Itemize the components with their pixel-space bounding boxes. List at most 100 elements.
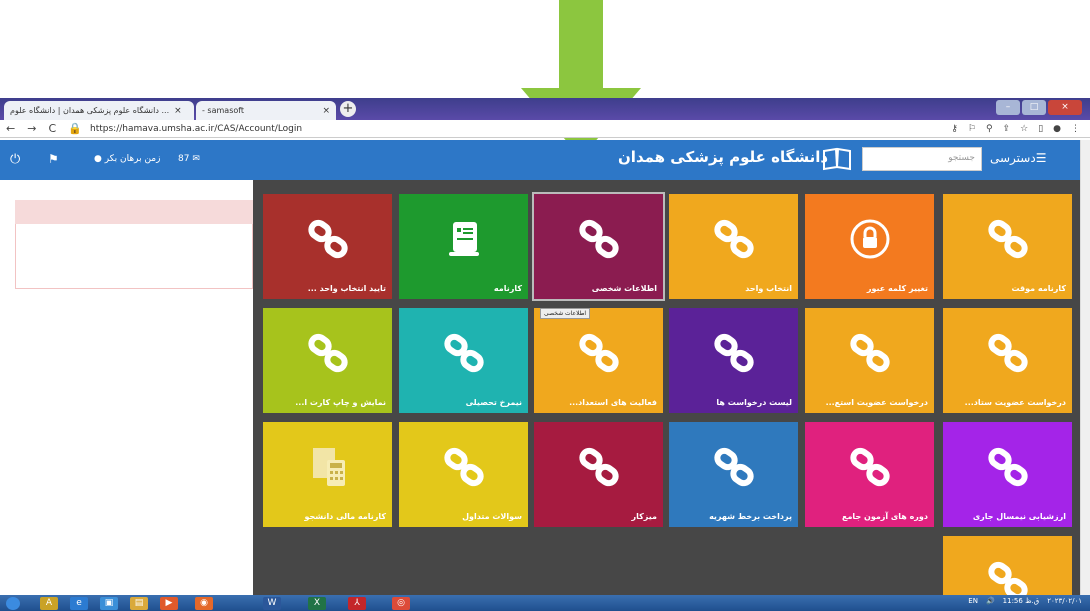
- tile-7[interactable]: درخواست عضویت ستاد...: [943, 308, 1072, 413]
- browser-tab-2[interactable]: - samasoft ×: [196, 101, 336, 120]
- address-bar: ← → C 🔒 https://hamava.umsha.ac.ir/CAS/A…: [0, 120, 1090, 138]
- chrome-icon[interactable]: ◎: [392, 597, 410, 610]
- sidebar-icon[interactable]: ▯: [1038, 120, 1043, 138]
- menu-icon[interactable]: ⋮: [1071, 120, 1080, 138]
- close-icon[interactable]: ×: [174, 106, 182, 116]
- site-header: ⏻ ⚑ ● زمن برهان بکر 87 ✉ دانشگاه علوم پز…: [0, 140, 1080, 180]
- tile-10[interactable]: فعالیت های استعداد...: [534, 308, 663, 413]
- mail-counter[interactable]: 87 ✉: [178, 154, 200, 164]
- pdf-icon[interactable]: ⅄: [348, 597, 366, 610]
- power-icon[interactable]: ⏻: [10, 152, 20, 167]
- ie-icon[interactable]: e: [70, 597, 88, 610]
- language-indicator[interactable]: EN: [968, 597, 978, 605]
- tooltip: اطلاعات شخصی: [540, 308, 591, 319]
- close-icon[interactable]: ×: [322, 106, 330, 116]
- tile-label: فعالیت های استعداد...: [569, 398, 657, 407]
- link-icon: [713, 332, 755, 374]
- tile-2[interactable]: تغییر کلمه عبور: [805, 194, 934, 299]
- close-window-button[interactable]: ×: [1048, 100, 1082, 115]
- mail-count: 87: [178, 154, 190, 164]
- new-tab-button[interactable]: +: [340, 101, 356, 117]
- system-tray: EN 🔊 11:56 ق.ظ ۲۰۲۳/۰۲/۰۱: [968, 597, 1082, 605]
- tile-13[interactable]: ارزشیابی نیمسال جاری: [943, 422, 1072, 527]
- tile-16[interactable]: میزکار: [534, 422, 663, 527]
- browser-tab-1[interactable]: دانشگاه علوم پزشکی همدان | دانشگاه علوم …: [4, 101, 194, 120]
- clock-time: 11:56 ق.ظ: [1002, 597, 1040, 605]
- tile-label: کارنامه مالی دانشجو: [304, 512, 386, 521]
- user-menu[interactable]: ● زمن برهان بکر: [94, 154, 160, 164]
- tile-label: اطلاعات شخصی: [591, 284, 657, 293]
- tile-label: درخواست عضویت استع...: [825, 398, 928, 407]
- zoom-icon[interactable]: ⚲: [986, 120, 993, 138]
- link-icon: [713, 218, 755, 260]
- book-logo-icon: [823, 147, 851, 171]
- tile-label: دوره های آزمون جامع: [842, 512, 928, 521]
- link-icon: [578, 446, 620, 488]
- link-icon: [987, 218, 1029, 260]
- certificate-icon: [443, 218, 485, 260]
- tile-18[interactable]: کارنامه مالی دانشجو: [263, 422, 392, 527]
- search-input[interactable]: جستجو: [862, 147, 982, 171]
- start-button[interactable]: [6, 597, 20, 610]
- link-icon: [578, 332, 620, 374]
- maximize-button[interactable]: □: [1022, 100, 1046, 115]
- lock-icon: [849, 218, 891, 260]
- tile-label: لیست درخواست ها: [716, 398, 792, 407]
- volume-icon[interactable]: 🔊: [986, 597, 995, 605]
- tile-label: ارزشیابی نیمسال جاری: [972, 512, 1066, 521]
- word-icon[interactable]: W: [263, 597, 281, 610]
- scrollbar[interactable]: [1080, 140, 1090, 595]
- user-name: زمن برهان بکر: [104, 154, 161, 164]
- link-icon: [987, 332, 1029, 374]
- tile-5[interactable]: کارنامه: [399, 194, 528, 299]
- tile-15[interactable]: پرداخت برخط شهریه: [669, 422, 798, 527]
- folder-icon[interactable]: ▤: [130, 597, 148, 610]
- tile-14[interactable]: دوره های آزمون جامع: [805, 422, 934, 527]
- access-menu[interactable]: ☰دسترسی: [990, 151, 1046, 165]
- tile-4[interactable]: اطلاعات شخصی: [532, 192, 665, 301]
- tile-9[interactable]: لیست درخواست ها: [669, 308, 798, 413]
- tile-label: نیمرخ تحصیلی: [465, 398, 522, 407]
- share-icon[interactable]: ⇪: [1003, 120, 1011, 138]
- tile-label: کارنامه موقت: [1011, 284, 1066, 293]
- tile-12[interactable]: نمایش و چاپ کارت ا...: [263, 308, 392, 413]
- window-icon[interactable]: ▣: [100, 597, 118, 610]
- tab-label: - samasoft: [202, 106, 245, 115]
- tile-label: نمایش و چاپ کارت ا...: [295, 398, 386, 407]
- tile-8[interactable]: درخواست عضویت استع...: [805, 308, 934, 413]
- site-title: دانشگاه علوم پزشکی همدان: [618, 148, 829, 166]
- star-icon[interactable]: ☆: [1020, 120, 1028, 138]
- link-icon: [443, 446, 485, 488]
- window-controls: – □ ×: [996, 100, 1082, 115]
- profile-icon[interactable]: ●: [1053, 120, 1061, 138]
- excel-icon[interactable]: X: [308, 597, 326, 610]
- app-icon[interactable]: A: [40, 597, 58, 610]
- tile-6[interactable]: تایید انتخاب واحد ...: [263, 194, 392, 299]
- nav-buttons: ← → C 🔒: [0, 122, 90, 135]
- tab-label: دانشگاه علوم پزشکی همدان | دانشگاه علوم …: [10, 106, 170, 115]
- forward-icon[interactable]: →: [27, 122, 36, 135]
- link-icon: [987, 446, 1029, 488]
- tile-1[interactable]: کارنامه موقت: [943, 194, 1072, 299]
- login-panel-header: [15, 200, 253, 224]
- link-icon: [713, 446, 755, 488]
- url-field[interactable]: https://hamava.umsha.ac.ir/CAS/Account/L…: [90, 124, 302, 134]
- minimize-button[interactable]: –: [996, 100, 1020, 115]
- firefox-icon[interactable]: ◉: [195, 597, 213, 610]
- flag-icon[interactable]: ⚑: [48, 152, 59, 166]
- tile-label: انتخاب واحد: [745, 284, 792, 293]
- back-icon[interactable]: ←: [6, 122, 15, 135]
- translate-icon[interactable]: ⚐: [968, 120, 976, 138]
- key-icon[interactable]: ⚷: [951, 120, 958, 138]
- tile-19[interactable]: [943, 536, 1072, 601]
- tile-label: تایید انتخاب واحد ...: [307, 284, 386, 293]
- reload-icon[interactable]: C: [48, 122, 56, 135]
- tile-17[interactable]: سوالات متداول: [399, 422, 528, 527]
- link-icon: [307, 218, 349, 260]
- media-icon[interactable]: ▶: [160, 597, 178, 610]
- tile-3[interactable]: انتخاب واحد: [669, 194, 798, 299]
- link-icon: [307, 332, 349, 374]
- tile-11[interactable]: نیمرخ تحصیلی: [399, 308, 528, 413]
- link-icon: [849, 332, 891, 374]
- link-icon: [578, 218, 620, 260]
